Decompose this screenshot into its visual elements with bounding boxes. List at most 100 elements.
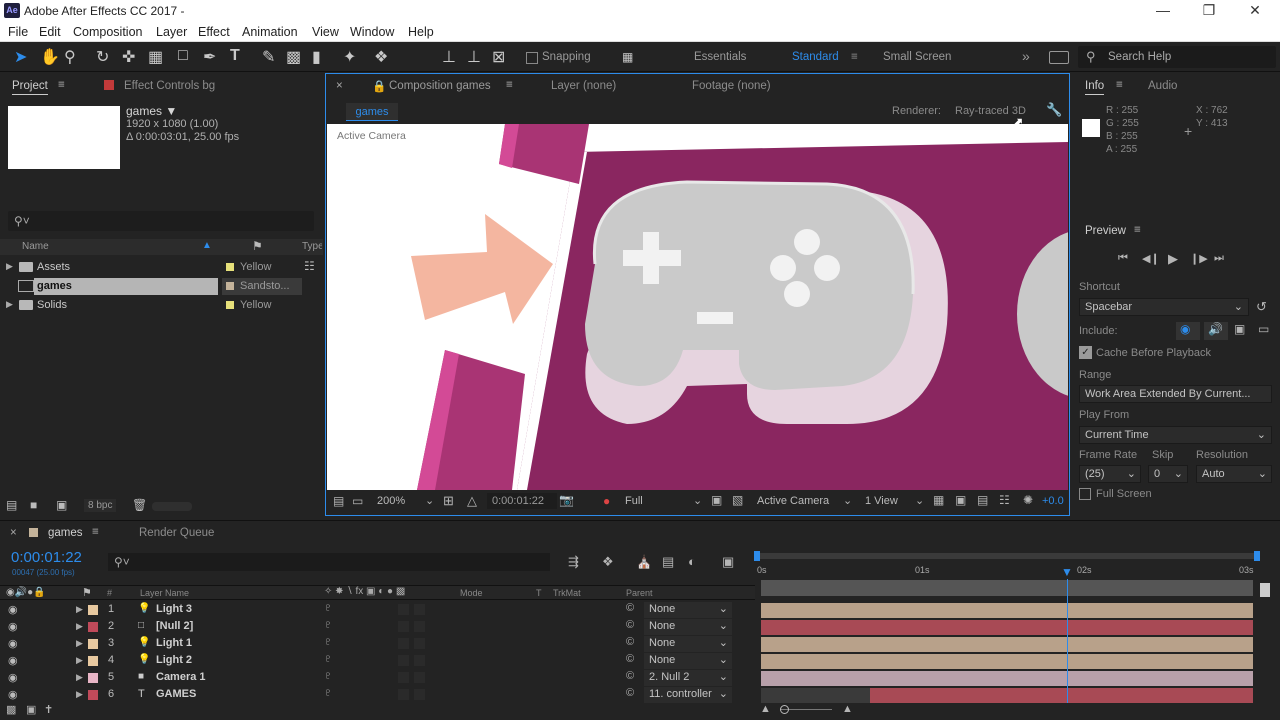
rotate-tool-icon[interactable]: ↻ [96,47,109,67]
layer-name[interactable]: Light 1 [156,637,192,649]
work-area-start-handle[interactable] [754,551,760,561]
label-color-swatch[interactable] [226,282,234,290]
close-icon[interactable]: ✕ [1240,2,1270,19]
play-from-dropdown[interactable]: Current Time ⌄ [1079,426,1272,444]
menu-effect[interactable]: Effect [198,25,230,39]
pen-tool-icon[interactable]: ✒ [203,47,216,67]
project-scrollbar[interactable] [152,502,192,511]
parent-dropdown[interactable]: None ⌄ [644,602,732,618]
label-color-swatch[interactable] [88,622,98,632]
layer-duration-bar[interactable] [761,671,1253,686]
menu-window[interactable]: Window [350,25,394,39]
comp-breadcrumb[interactable]: games [346,103,398,121]
always-preview-icon[interactable]: ▤ [333,494,344,508]
pick-whip-icon[interactable]: © [626,602,634,614]
shortcut-dropdown[interactable]: Spacebar ⌄ [1079,298,1249,316]
safe-zones-icon[interactable]: ⊞ [443,493,454,509]
camera-view-dropdown[interactable]: Active Camera [757,495,829,507]
monitor-icon[interactable]: ▭ [352,494,363,508]
new-folder-icon[interactable]: ■ [30,498,37,512]
pan-behind-tool-icon[interactable]: ▦ [148,47,163,67]
exposure-value[interactable]: +0.0 [1042,495,1064,507]
draft-3d-icon[interactable]: ❖ [602,554,614,570]
switch-box[interactable] [398,604,409,615]
chevron-down-icon[interactable]: ⌄ [915,494,924,507]
layer-duration-bar[interactable] [761,654,1253,669]
menu-edit[interactable]: Edit [39,25,61,39]
chevron-down-icon[interactable]: ⌄ [693,494,702,507]
zoom-tool-icon[interactable]: ⚲ [64,47,76,67]
new-composition-icon[interactable]: ▣ [56,498,67,512]
shy-switch-icon[interactable]: ♇ [324,602,332,614]
first-frame-icon[interactable]: ⏮ [1118,252,1128,265]
label-color-swatch[interactable] [88,656,98,666]
clone-stamp-tool-icon[interactable]: ▩ [286,47,301,67]
minimize-icon[interactable]: — [1148,2,1178,18]
puppet-pin-tool-icon[interactable]: ❖ [374,47,388,67]
toggle-pixel-aspect-icon[interactable]: ▦ [933,493,944,507]
reset-exposure-icon[interactable]: ✺ [1023,493,1033,507]
column-type[interactable]: Type [302,241,322,252]
playhead-icon[interactable]: ▼ [1061,565,1073,579]
brush-tool-icon[interactable]: ✎ [262,47,275,67]
zoom-in-icon[interactable]: ▲ [842,703,853,715]
zoom-dropdown[interactable]: 200% [377,495,405,507]
work-area-range[interactable] [761,580,1253,596]
layer-name[interactable]: GAMES [156,688,196,700]
export-icon[interactable]: ▭ [1258,322,1269,336]
preview-menu-icon[interactable]: ≡ [1134,224,1141,236]
switch-box[interactable] [398,672,409,683]
tab-audio[interactable]: Audio [1148,80,1177,92]
parent-dropdown[interactable]: None ⌄ [644,653,732,669]
layer-name[interactable]: Light 2 [156,654,192,666]
lock-icon[interactable]: 🔒 [372,79,386,93]
expand-arrow-icon[interactable]: ▶ [76,672,83,683]
pick-whip-icon[interactable]: © [626,653,634,665]
resolution-dropdown[interactable]: Auto ⌄ [1196,465,1272,483]
hand-tool-icon[interactable]: ✋ [40,47,60,67]
timeline-timecode[interactable]: 0:00:01:22 [11,549,82,566]
tab-layer[interactable]: Layer (none) [551,80,616,92]
switch-box[interactable] [414,638,425,649]
workspace-essentials[interactable]: Essentials [694,51,746,63]
layer-switches-icon[interactable]: ▩ [6,703,16,716]
fast-previews-icon[interactable]: ▣ [955,493,966,507]
composition-viewer[interactable]: Active Camera [327,124,1068,490]
layer-name[interactable]: Light 3 [156,603,192,615]
previous-frame-icon[interactable]: ◀❙ [1142,252,1160,265]
comp-mini-flowchart-icon[interactable]: ⇶ [568,554,579,570]
switch-box[interactable] [414,672,425,683]
chevron-down-icon[interactable]: ⌄ [425,494,434,507]
close-tab-icon[interactable]: × [10,527,17,539]
local-axis-icon[interactable]: ⊥ [442,47,456,67]
timeline-menu-icon[interactable]: ≡ [92,526,99,538]
snapshot-icon[interactable]: 📷 [559,493,574,507]
motion-blur-icon[interactable]: ◐ [688,554,696,569]
graph-editor-icon[interactable]: ▣ [722,554,734,570]
table-row[interactable]: ◉ ▶ 6 T GAMES ♇ © 11. controller ⌄ [0,687,755,704]
shy-switch-icon[interactable]: ♇ [324,619,332,631]
view-layout-dropdown[interactable]: 1 View [865,495,898,507]
parent-dropdown[interactable]: None ⌄ [644,636,732,652]
preview-title[interactable]: Preview [1085,225,1126,237]
trash-icon[interactable]: 🗑 [132,498,147,512]
list-item[interactable]: ▶ Solids Yellow [0,296,323,315]
shy-switch-icon[interactable]: ♇ [324,687,332,699]
visibility-eye-icon[interactable]: ◉ [8,654,18,667]
region-of-interest-icon[interactable]: ▣ [711,493,722,507]
shy-layers-icon[interactable]: ⛪ [636,554,652,570]
tab-effect-controls[interactable]: Effect Controls bg [124,80,215,92]
timeline-search-input[interactable]: ⚲˅ [108,553,550,571]
timeline-scroll-handle[interactable] [1260,583,1270,597]
switch-box[interactable] [398,638,409,649]
table-row[interactable]: ◉ ▶ 4 💡 Light 2 ♇ © None ⌄ [0,653,755,670]
comp-name[interactable]: games ▼ [126,104,177,118]
eraser-tool-icon[interactable]: ▮ [312,47,321,67]
layer-duration-bar[interactable] [761,603,1253,618]
viewer-timecode[interactable]: 0:00:01:22 [492,495,544,507]
label-color-swatch[interactable] [88,673,98,683]
overlay-icon[interactable]: ▣ [1234,322,1245,336]
label-color-swatch[interactable] [88,639,98,649]
bit-depth-button[interactable]: 8 bpc [84,499,117,512]
snap-options-icon[interactable]: ▦ [622,50,633,64]
